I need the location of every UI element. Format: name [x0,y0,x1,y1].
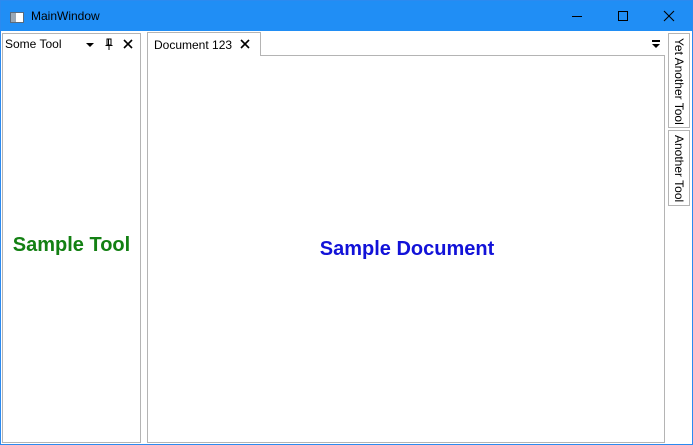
close-icon [663,10,675,22]
main-window: MainWindow Some Tool Sample Tool Documen… [0,0,693,445]
tool-options-button[interactable] [82,36,98,52]
tool-close-button[interactable] [120,36,136,52]
side-tab-label: Another Tool [672,135,686,203]
close-icon [123,39,133,49]
document-list-icon [652,40,660,48]
tool-pane-title: Some Tool [5,37,62,51]
minimize-icon [572,16,582,17]
window-title: MainWindow [31,9,100,23]
close-icon [240,39,250,49]
tool-pane-header[interactable]: Some Tool [3,34,140,54]
maximize-button[interactable] [600,1,646,31]
document-pane: Document 123 Sample Document [147,32,665,443]
app-window-icon [10,10,24,23]
document-content-text: Sample Document [319,238,495,260]
tool-pane-some-tool: Some Tool Sample Tool [2,33,141,443]
document-content: Sample Document [147,55,665,443]
pin-icon [105,38,113,50]
close-window-button[interactable] [646,1,692,31]
title-bar[interactable]: MainWindow [1,1,692,31]
side-tab-yet-another-tool[interactable]: Yet Another Tool [668,33,690,128]
maximize-icon [618,11,628,21]
tool-pane-content: Sample Tool [12,234,131,256]
document-list-button[interactable] [649,37,663,51]
document-tab[interactable]: Document 123 [147,32,261,56]
document-tab-title: Document 123 [154,38,233,52]
minimize-button[interactable] [554,1,600,31]
document-tab-close-button[interactable] [238,37,252,51]
side-tab-label: Yet Another Tool [672,38,686,125]
dropdown-arrow-icon [86,43,94,47]
tool-pin-button[interactable] [101,36,117,52]
side-tab-another-tool[interactable]: Another Tool [668,130,690,206]
dock-content: Some Tool Sample Tool Document 123 Sampl… [1,31,692,444]
